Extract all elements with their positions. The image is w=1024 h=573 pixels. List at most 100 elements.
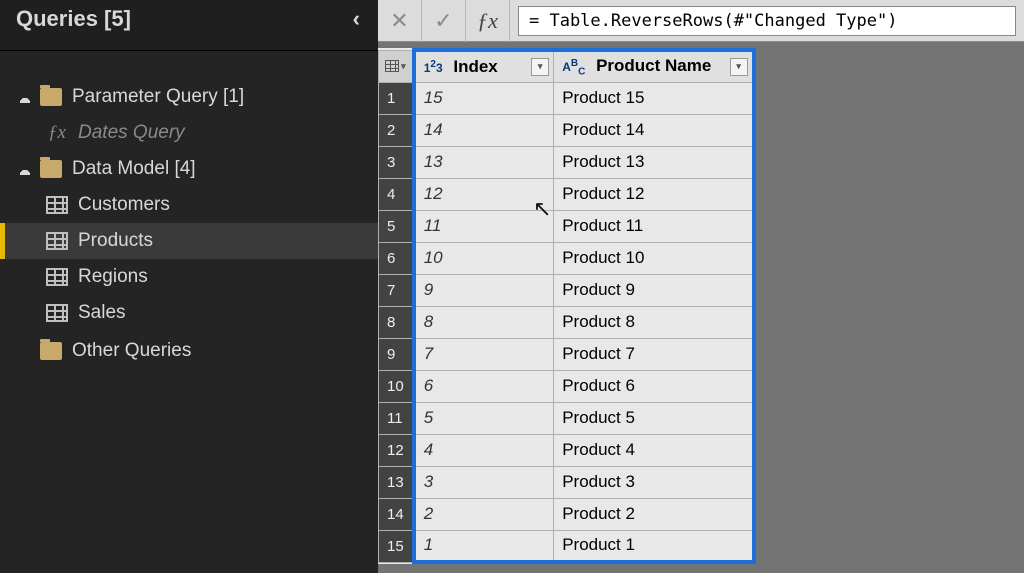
row-number[interactable]: 7 [379,274,414,306]
cell-product-name[interactable]: Product 7 [554,338,754,370]
cell-index[interactable]: 13 [414,146,554,178]
table-row[interactable]: 610Product 10 [379,242,754,274]
table-row[interactable]: 115Product 15 [379,82,754,114]
table-row[interactable]: 313Product 13 [379,146,754,178]
data-table-wrap: ▾ 123 Index ▾ ABC Product Name ▾ 115Prod… [378,42,1024,564]
row-number[interactable]: 12 [379,434,414,466]
cell-product-name[interactable]: Product 13 [554,146,754,178]
cell-product-name[interactable]: Product 10 [554,242,754,274]
text-type-icon: ABC [562,58,585,77]
cell-index[interactable]: 1 [414,530,554,562]
table-row[interactable]: 97Product 7 [379,338,754,370]
table-row[interactable]: 79Product 9 [379,274,754,306]
tree-item-label: Sales [78,302,126,324]
column-filter-button[interactable]: ▾ [531,58,549,76]
caret-down-icon [20,92,30,102]
row-number[interactable]: 13 [379,466,414,498]
cell-product-name[interactable]: Product 1 [554,530,754,562]
queries-pane-header: Queries [5] ‹ [0,0,378,51]
row-number[interactable]: 2 [379,114,414,146]
cell-index[interactable]: 11 [414,210,554,242]
table-row[interactable]: 115Product 5 [379,402,754,434]
row-number[interactable]: 4 [379,178,414,210]
table-row[interactable]: 412Product 12 [379,178,754,210]
cell-index[interactable]: 9 [414,274,554,306]
folder-icon [40,88,62,106]
cell-index[interactable]: 6 [414,370,554,402]
cell-product-name[interactable]: Product 14 [554,114,754,146]
cell-product-name[interactable]: Product 3 [554,466,754,498]
cell-index[interactable]: 14 [414,114,554,146]
cell-product-name[interactable]: Product 12 [554,178,754,210]
cell-product-name[interactable]: Product 4 [554,434,754,466]
cell-index[interactable]: 5 [414,402,554,434]
table-row[interactable]: 151Product 1 [379,530,754,562]
cell-product-name[interactable]: Product 11 [554,210,754,242]
formula-fx-button[interactable]: ƒx [466,0,510,42]
chevron-down-icon: ▾ [401,61,406,72]
queries-pane-title: Queries [5] [16,6,131,32]
tree-item-sales[interactable]: Sales [0,295,378,331]
row-number[interactable]: 5 [379,210,414,242]
tree-group-other-queries[interactable]: Other Queries [0,333,378,369]
table-row[interactable]: 511Product 11 [379,210,754,242]
table-row[interactable]: 214Product 14 [379,114,754,146]
table-row[interactable]: 142Product 2 [379,498,754,530]
tree-item-label: Customers [78,194,170,216]
queries-pane: Queries [5] ‹ Parameter Query [1] ƒx Dat… [0,0,378,573]
tree-item-label: Regions [78,266,148,288]
cell-product-name[interactable]: Product 6 [554,370,754,402]
data-table-body: 115Product 15214Product 14313Product 134… [379,82,754,562]
table-row[interactable]: 124Product 4 [379,434,754,466]
table-icon [385,60,399,72]
cell-index[interactable]: 12 [414,178,554,210]
table-row[interactable]: 133Product 3 [379,466,754,498]
row-number[interactable]: 3 [379,146,414,178]
row-number[interactable]: 11 [379,402,414,434]
folder-icon [40,160,62,178]
cell-index[interactable]: 4 [414,434,554,466]
tree-group-label: Parameter Query [1] [72,86,244,108]
table-row[interactable]: 88Product 8 [379,306,754,338]
formula-input[interactable]: = Table.ReverseRows(#"Changed Type") [518,6,1016,36]
cell-product-name[interactable]: Product 2 [554,498,754,530]
number-type-icon: 123 [424,59,443,75]
tree-group-parameter-query[interactable]: Parameter Query [1] [0,79,378,115]
cell-product-name[interactable]: Product 15 [554,82,754,114]
column-header-product-name[interactable]: ABC Product Name ▾ [554,50,754,82]
collapse-pane-icon[interactable]: ‹ [353,6,360,32]
cell-index[interactable]: 3 [414,466,554,498]
tree-group-label: Data Model [4] [72,158,196,180]
row-number[interactable]: 9 [379,338,414,370]
row-number[interactable]: 6 [379,242,414,274]
cell-product-name[interactable]: Product 8 [554,306,754,338]
table-icon [46,196,68,214]
select-all-corner[interactable]: ▾ [379,50,414,82]
cell-index[interactable]: 2 [414,498,554,530]
row-number[interactable]: 15 [379,530,414,562]
tree-item-label: Dates Query [78,122,185,144]
formula-cancel-button[interactable]: ✕ [378,0,422,42]
row-number[interactable]: 1 [379,82,414,114]
column-header-index[interactable]: 123 Index ▾ [414,50,554,82]
table-row[interactable]: 106Product 6 [379,370,754,402]
row-number[interactable]: 10 [379,370,414,402]
column-header-label: Product Name [596,56,711,75]
formula-accept-button[interactable]: ✓ [422,0,466,42]
tree-item-customers[interactable]: Customers [0,187,378,223]
tree-item-regions[interactable]: Regions [0,259,378,295]
cell-index[interactable]: 15 [414,82,554,114]
cell-index[interactable]: 10 [414,242,554,274]
folder-icon [40,342,62,360]
cell-index[interactable]: 8 [414,306,554,338]
row-number[interactable]: 8 [379,306,414,338]
cell-index[interactable]: 7 [414,338,554,370]
tree-group-data-model[interactable]: Data Model [4] [0,151,378,187]
column-filter-button[interactable]: ▾ [730,58,748,76]
row-number[interactable]: 14 [379,498,414,530]
cell-product-name[interactable]: Product 5 [554,402,754,434]
tree-item-products[interactable]: Products [0,223,378,259]
tree-item-dates-query[interactable]: ƒx Dates Query [0,115,378,151]
cell-product-name[interactable]: Product 9 [554,274,754,306]
column-header-label: Index [453,57,497,76]
